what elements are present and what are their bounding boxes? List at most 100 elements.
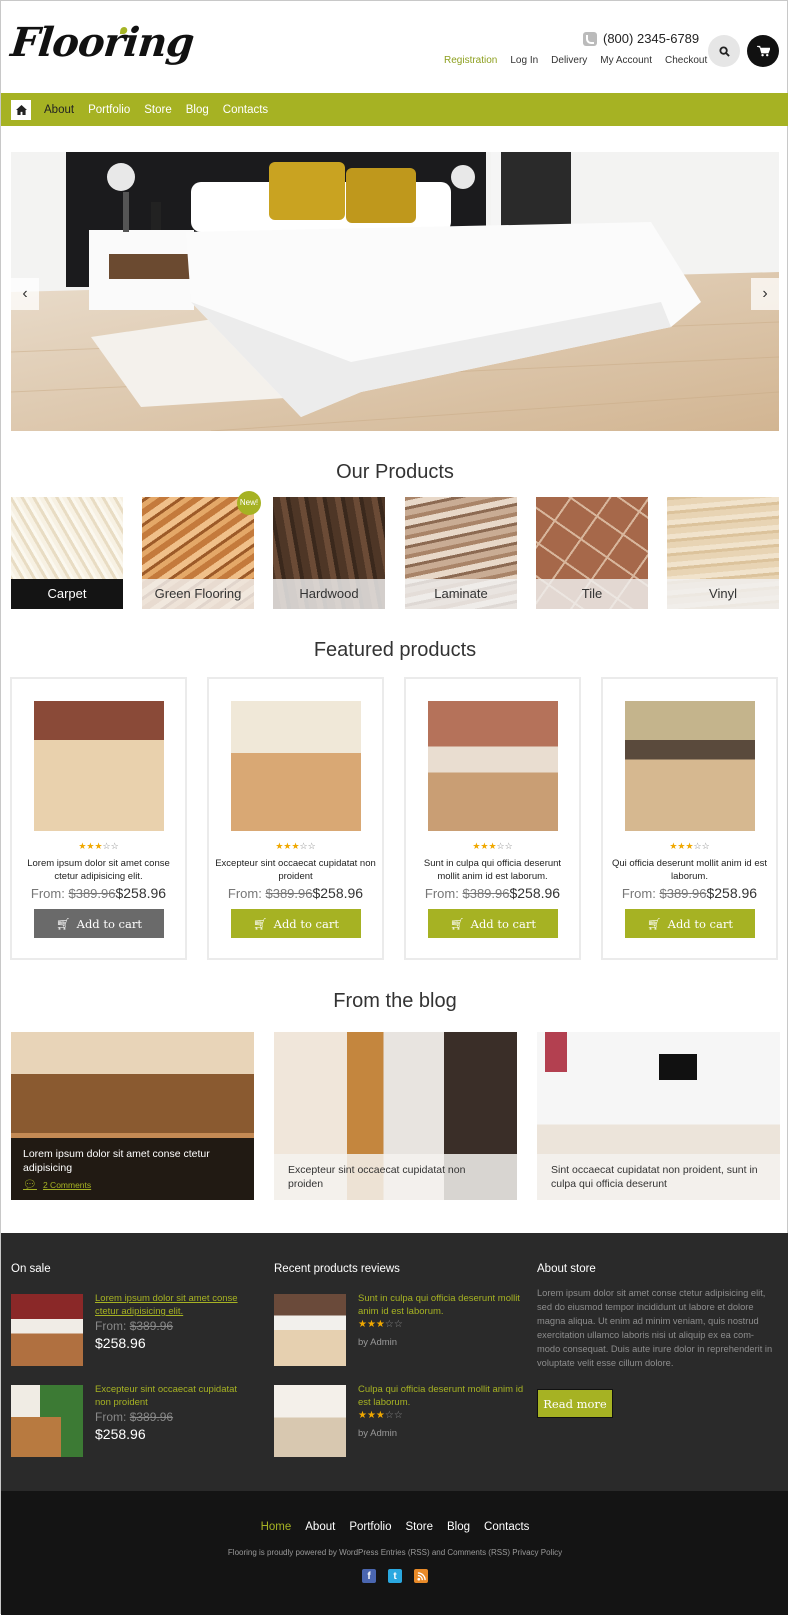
product-card: ★★★☆☆ Qui officia deserunt mollit anim i… — [601, 677, 778, 960]
twitter-icon[interactable]: t — [388, 1569, 402, 1583]
rss-icon[interactable] — [414, 1569, 428, 1583]
category-carpet[interactable]: Carpet — [11, 497, 123, 609]
add-to-cart-button[interactable]: 🛒︎ Add to cart — [34, 909, 164, 938]
blog-caption: Sint occaecat cupidatat non proident, su… — [537, 1154, 780, 1200]
phone-number: (800) 2345-6789 — [583, 31, 699, 46]
product-price: From: $389.96$258.96 — [30, 885, 167, 901]
main-nav: About Portfolio Store Blog Contacts — [1, 93, 788, 126]
add-to-cart-button[interactable]: 🛒︎ Add to cart — [625, 909, 755, 938]
slider-prev-button[interactable]: ‹ — [11, 278, 39, 310]
phone-icon — [583, 31, 597, 46]
sale-item-link[interactable]: Lorem ipsum dolor sit amet conse ctetur … — [95, 1292, 245, 1318]
about-store-title: About store — [537, 1263, 596, 1275]
blog-post[interactable]: Excepteur sint occaecat cupidatat non pr… — [274, 1032, 517, 1200]
category-label: Vinyl — [667, 579, 779, 609]
home-icon — [15, 104, 27, 115]
checkout-link[interactable]: Checkout — [665, 55, 707, 66]
category-tile[interactable]: Tile — [536, 497, 648, 609]
home-button[interactable] — [11, 99, 31, 120]
top-links: Registration Log In Delivery My Account … — [444, 55, 707, 66]
registration-link[interactable]: Registration — [444, 55, 497, 66]
blog-caption: Lorem ipsum dolor sit amet conse ctetur … — [11, 1138, 254, 1200]
cart-icon: 🛒︎ — [253, 916, 268, 931]
footer-nav-blog[interactable]: Blog — [447, 1521, 470, 1533]
rating-stars: ★★★☆☆ — [669, 841, 710, 851]
review-thumb[interactable] — [274, 1294, 346, 1366]
review-author: by Admin — [358, 1428, 398, 1439]
sale-old-price: From: $389.96 — [95, 1410, 174, 1424]
sale-item-link[interactable]: Excepteur sint occaecat cupidatat non pr… — [95, 1383, 245, 1409]
nav-blog[interactable]: Blog — [186, 104, 209, 116]
facebook-icon[interactable]: f — [362, 1569, 376, 1583]
product-description: Qui officia deserunt mollit anim id est … — [611, 858, 768, 882]
cart-icon: 🛒︎ — [647, 916, 662, 931]
rating-stars: ★★★☆☆ — [472, 841, 513, 851]
product-image[interactable] — [428, 701, 558, 831]
product-price: From: $389.96$258.96 — [424, 885, 561, 901]
about-store-text: Lorem ipsum dolor sit amet conse ctetur … — [537, 1288, 773, 1368]
on-sale-title: On sale — [11, 1263, 51, 1275]
product-image[interactable] — [231, 701, 361, 831]
category-label: Green Flooring — [142, 579, 254, 609]
review-item-link[interactable]: Sunt in culpa qui officia deserunt molli… — [358, 1292, 528, 1318]
category-vinyl[interactable]: Vinyl — [667, 497, 779, 609]
rating-stars: ★★★☆☆ — [78, 841, 119, 851]
footer-nav-home[interactable]: Home — [261, 1521, 292, 1533]
featured-products-title: Featured products — [313, 639, 477, 661]
cart-button[interactable] — [747, 35, 779, 67]
add-to-cart-button[interactable]: 🛒︎ Add to cart — [231, 909, 361, 938]
blog-post[interactable]: Sint occaecat cupidatat non proident, su… — [537, 1032, 780, 1200]
reviews-title: Recent products reviews — [274, 1263, 400, 1275]
category-label: Hardwood — [273, 579, 385, 609]
sale-thumb[interactable] — [11, 1294, 83, 1366]
category-hardwood[interactable]: Hardwood — [273, 497, 385, 609]
footer-nav-store[interactable]: Store — [406, 1521, 434, 1533]
sale-thumb[interactable] — [11, 1385, 83, 1457]
sale-price: $258.96 — [95, 1426, 146, 1442]
our-products-title: Our Products — [336, 461, 454, 483]
hero-slider: ‹ › — [11, 152, 779, 431]
product-card: ★★★☆☆ Sunt in culpa qui officia deserunt… — [404, 677, 581, 960]
add-to-cart-button[interactable]: 🛒︎ Add to cart — [428, 909, 558, 938]
product-description: Excepteur sint occaecat cupidatat non pr… — [215, 858, 376, 882]
product-image[interactable] — [625, 701, 755, 831]
cart-icon — [756, 45, 770, 57]
comment-icon: 💬︎ — [23, 1179, 37, 1191]
site-logo[interactable]: Flooring — [9, 19, 196, 66]
review-thumb[interactable] — [274, 1385, 346, 1457]
category-laminate[interactable]: Laminate — [405, 497, 517, 609]
login-link[interactable]: Log In — [510, 55, 538, 66]
footer-nav: Home About Portfolio Store Blog Contacts — [1, 1521, 788, 1533]
product-image[interactable] — [34, 701, 164, 831]
footer-nav-contacts[interactable]: Contacts — [484, 1521, 529, 1533]
rating-stars: ★★★☆☆ — [275, 841, 316, 851]
footer-nav-portfolio[interactable]: Portfolio — [349, 1521, 391, 1533]
category-green-flooring[interactable]: Green Flooring — [142, 497, 254, 609]
footer-nav-about[interactable]: About — [305, 1521, 335, 1533]
hero-bedroom-image — [11, 152, 779, 431]
product-price: From: $389.96$258.96 — [227, 885, 364, 901]
rating-stars: ★★★☆☆ — [358, 1319, 403, 1330]
product-card: ★★★☆☆ Lorem ipsum dolor sit amet conse c… — [10, 677, 187, 960]
category-label: Tile — [536, 579, 648, 609]
category-label: Carpet — [11, 579, 123, 609]
comments-link[interactable]: 💬︎ 2 Comments — [23, 1178, 242, 1192]
blog-post[interactable]: Lorem ipsum dolor sit amet conse ctetur … — [11, 1032, 254, 1200]
product-price: From: $389.96$258.96 — [621, 885, 758, 901]
product-description: Lorem ipsum dolor sit amet conse ctetur … — [27, 858, 170, 882]
slider-next-button[interactable]: › — [751, 278, 779, 310]
read-more-button[interactable]: Read more — [537, 1389, 613, 1418]
nav-contacts[interactable]: Contacts — [223, 104, 268, 116]
search-button[interactable] — [708, 35, 740, 67]
search-icon — [718, 45, 730, 57]
nav-about[interactable]: About — [44, 104, 74, 116]
nav-store[interactable]: Store — [144, 104, 172, 116]
my-account-link[interactable]: My Account — [600, 55, 652, 66]
review-item-link[interactable]: Culpa qui officia deserunt mollit anim i… — [358, 1383, 528, 1409]
sale-old-price: From: $389.96 — [95, 1319, 174, 1333]
delivery-link[interactable]: Delivery — [551, 55, 587, 66]
nav-portfolio[interactable]: Portfolio — [88, 104, 130, 116]
blog-title: From the blog — [333, 990, 457, 1012]
product-card: ★★★☆☆ Excepteur sint occaecat cupidatat … — [207, 677, 384, 960]
footer-widgets: On sale Lorem ipsum dolor sit amet conse… — [1, 1233, 788, 1491]
